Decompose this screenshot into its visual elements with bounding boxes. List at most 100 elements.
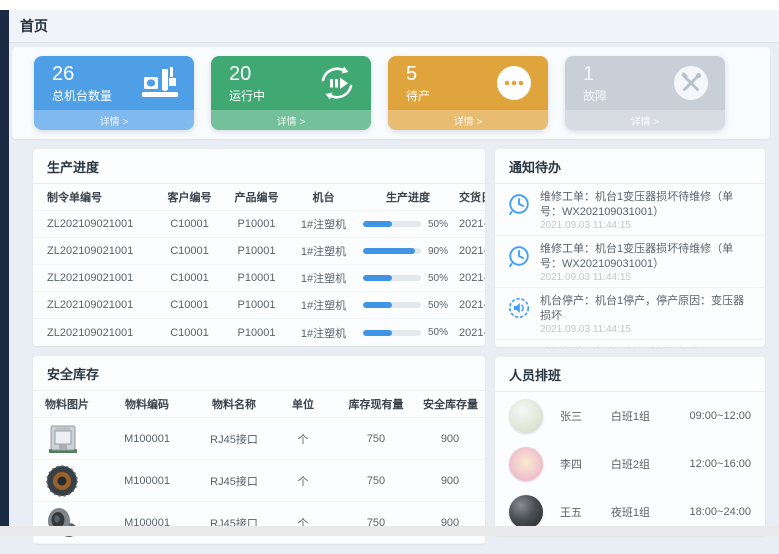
staff-time: 09:00~12:00	[690, 410, 751, 422]
production-table-row[interactable]: ZL202109021001 C10001 P10001 1#注塑机 50% 2…	[33, 292, 485, 319]
cell-progress: 50%	[357, 219, 459, 230]
inventory-table-header: 物料图片 物料编码 物料名称 单位 库存现有量 安全库存量	[33, 391, 485, 418]
stat-card-running[interactable]: 20 运行中	[211, 56, 371, 130]
progress-bar-track	[363, 302, 421, 308]
stat-card-total-machines[interactable]: 26 总机台数量 详情 >	[34, 56, 194, 130]
staff-name: 张三	[560, 408, 611, 424]
fault-detail-link[interactable]: 详情 >	[565, 110, 725, 130]
cell-material-name: RJ45接口	[191, 473, 277, 489]
col-delivery-date: 交货日期	[459, 189, 485, 205]
cell-material-code: M100001	[103, 475, 191, 487]
cell-stock-qty: 750	[329, 433, 423, 445]
progress-percent-label: 50%	[428, 300, 448, 311]
page-header: 首页	[9, 10, 779, 43]
cell-material-name: RJ45接口	[191, 431, 277, 447]
staff-shift: 白班1组	[611, 408, 690, 424]
window-bottom-strip	[0, 526, 779, 536]
staff-shift: 夜班1组	[611, 504, 690, 520]
notification-item[interactable]: 机台停产：机台1停产，停产原因：变压器损坏 2021.09.03 11:44:1…	[495, 288, 765, 340]
col-stock-qty: 库存现有量	[329, 396, 423, 412]
notification-body: 计划暂停：机台1生产计划已暂停 2021.09.03 11:44:15	[540, 346, 700, 347]
safety-stock-panel: 安全库存 物料图片 物料编码 物料名称 单位 库存现有量 安全库存量	[33, 356, 485, 544]
pending-detail-link[interactable]: 详情 >	[388, 110, 548, 130]
notification-item[interactable]: 维修工单：机台1变压器损坏待维修（单号：WX202109031001） 2021…	[495, 236, 765, 288]
staff-time: 12:00~16:00	[690, 458, 751, 470]
inventory-table-row[interactable]: M100001 RJ45接口 个 750 900	[33, 418, 485, 460]
fault-value: 1	[583, 63, 669, 85]
cell-delivery-date: 2021-09-10	[459, 272, 485, 284]
stat-card-text: 26 总机台数量	[52, 63, 138, 104]
dashboard-content: 26 总机台数量 详情 >	[9, 47, 779, 554]
cell-machine: 1#注塑机	[290, 243, 357, 259]
staff-schedule-panel-title: 人员排班	[495, 357, 765, 392]
notification-body: 维修工单：机台1变压器损坏待维修（单号：WX202109031001） 2021…	[540, 242, 753, 283]
production-table-row[interactable]: ZL202109021001 C10001 P10001 1#注塑机 50% 2…	[33, 211, 485, 238]
production-table-row[interactable]: ZL202109021001 C10001 P10001 1#注塑机 50% 2…	[33, 319, 485, 346]
cell-order-no: ZL202109021001	[41, 327, 156, 339]
cell-order-no: ZL202109021001	[41, 272, 156, 284]
cell-product-no: P10001	[223, 218, 290, 230]
avatar	[509, 447, 543, 481]
cell-machine: 1#注塑机	[290, 325, 357, 341]
cell-progress: 50%	[357, 300, 459, 311]
safety-stock-panel-title: 安全库存	[33, 356, 485, 391]
cell-order-no: ZL202109021001	[41, 299, 156, 311]
cell-unit: 个	[277, 431, 329, 447]
cell-delivery-date: 2021-09-10	[459, 218, 485, 230]
cell-delivery-date: 2021-09-10	[459, 299, 485, 311]
progress-percent-label: 50%	[428, 327, 448, 338]
staff-schedule-panel: 人员排班 张三 白班1组 09:00~12:00 李四 白班2组 12:00~1…	[495, 357, 765, 536]
fault-label: 故障	[583, 87, 669, 104]
machine-icon	[138, 66, 182, 100]
cell-machine: 1#注塑机	[290, 270, 357, 286]
staff-name: 王五	[560, 504, 611, 520]
cell-customer-no: C10001	[156, 245, 223, 257]
page-title: 首页	[20, 16, 48, 36]
inventory-table-row[interactable]: M100001 RJ45接口 个 750 900	[33, 460, 485, 502]
production-table-row[interactable]: ZL202109021001 C10001 P10001 1#注塑机 50% 2…	[33, 265, 485, 292]
running-detail-link[interactable]: 详情 >	[211, 110, 371, 130]
notification-item[interactable]: 维修工单：机台1变压器损坏待维修（单号：WX202109031001） 2021…	[495, 184, 765, 236]
cell-customer-no: C10001	[156, 218, 223, 230]
window-top-strip	[0, 0, 779, 10]
notification-text: 计划暂停：机台1生产计划已暂停	[540, 346, 700, 347]
progress-percent-label: 50%	[428, 219, 448, 230]
inventory-table-row[interactable]: M100001 RJ45接口 个 750 900	[33, 502, 485, 544]
cell-stock-qty: 750	[329, 475, 423, 487]
cell-product-no: P10001	[223, 245, 290, 257]
avatar	[509, 495, 543, 529]
clock-icon	[507, 244, 531, 268]
stat-card-pending[interactable]: 5 待产 详情 >	[388, 56, 548, 130]
production-table-row[interactable]: ZL202109021001 C10001 P10001 1#注塑机 90% 2…	[33, 238, 485, 265]
schedule-row[interactable]: 李四 白班2组 12:00~16:00	[495, 440, 765, 488]
progress-percent-label: 50%	[428, 273, 448, 284]
staff-name: 李四	[560, 456, 611, 472]
notification-text: 维修工单：机台1变压器损坏待维修（单号：WX202109031001）	[540, 190, 753, 219]
cell-customer-no: C10001	[156, 327, 223, 339]
cell-delivery-date: 2021-09-10	[459, 327, 485, 339]
col-customer-no: 客户编号	[156, 189, 223, 205]
progress-bar-track	[363, 330, 421, 336]
running-cycle-icon	[315, 63, 359, 103]
production-table-header: 制令单编号 客户编号 产品编号 机台 生产进度 交货日期	[33, 184, 485, 211]
collapsed-sidebar[interactable]	[0, 10, 9, 526]
cell-product-no: P10001	[223, 299, 290, 311]
cell-customer-no: C10001	[156, 272, 223, 284]
cell-order-no: ZL202109021001	[41, 218, 156, 230]
progress-bar-track	[363, 275, 421, 281]
cell-unit: 个	[277, 473, 329, 489]
cell-safety-qty: 900	[423, 475, 477, 487]
progress-bar-fill	[363, 221, 392, 227]
speaker-icon	[507, 296, 531, 320]
stat-card-body: 1 故障	[565, 56, 725, 110]
stat-card-fault[interactable]: 1 故障 详情 >	[565, 56, 725, 130]
avatar	[509, 399, 543, 433]
total-machines-detail-link[interactable]: 详情 >	[34, 110, 194, 130]
production-panel-title: 生产进度	[33, 149, 485, 184]
stat-card-text: 1 故障	[583, 63, 669, 104]
notification-item[interactable]: 计划暂停：机台1生产计划已暂停 2021.09.03 11:44:15	[495, 340, 765, 347]
progress-bar-fill	[363, 248, 415, 254]
cell-product-no: P10001	[223, 327, 290, 339]
schedule-row[interactable]: 张三 白班1组 09:00~12:00	[495, 392, 765, 440]
clock-icon	[507, 192, 531, 216]
